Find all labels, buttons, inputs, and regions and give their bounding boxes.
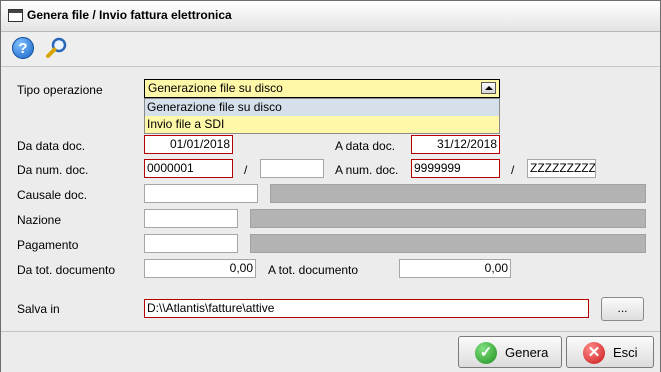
causale-field[interactable] — [144, 184, 258, 203]
nazione-field[interactable] — [144, 209, 238, 228]
da-tot-field[interactable]: 0,00 — [144, 259, 256, 278]
pagamento-field[interactable] — [144, 234, 238, 253]
da-num-label: Da num. doc. — [17, 163, 89, 177]
da-data-field[interactable]: 01/01/2018 — [144, 135, 233, 154]
salva-in-label: Salva in — [17, 302, 60, 316]
toolbar: ? — [1, 32, 660, 67]
title-bar: Genera file / Invio fattura elettronica — [1, 1, 660, 32]
tipo-operazione-label: Tipo operazione — [17, 83, 103, 97]
close-icon: ✕ — [583, 342, 605, 364]
option-generazione-file[interactable]: Generazione file su disco — [145, 99, 499, 116]
button-bar: ✓ Genera ✕ Esci — [1, 331, 660, 372]
esci-button-label: Esci — [613, 345, 638, 360]
a-data-label: A data doc. — [335, 139, 396, 153]
window-title: Genera file / Invio fattura elettronica — [27, 8, 232, 22]
checkmark-icon: ✓ — [475, 342, 497, 364]
window-icon — [8, 9, 23, 22]
dropdown-arrow-icon[interactable] — [481, 82, 496, 94]
a-num-field[interactable]: 9999999 — [411, 159, 500, 178]
da-num-separator: / — [244, 163, 248, 177]
esci-button[interactable]: ✕ Esci — [566, 336, 654, 368]
a-num-suffix-field[interactable]: ZZZZZZZZZZ — [527, 159, 596, 178]
a-num-separator: / — [511, 163, 515, 177]
option-invio-sdi[interactable]: Invio file a SDI — [145, 116, 499, 133]
genera-button[interactable]: ✓ Genera — [458, 336, 562, 368]
magnifier-icon[interactable] — [45, 36, 69, 60]
da-data-label: Da data doc. — [17, 139, 86, 153]
tipo-operazione-dropdown: Generazione file su disco Invio file a S… — [144, 98, 500, 134]
a-num-label: A num. doc. — [335, 163, 399, 177]
browse-button[interactable]: ... — [601, 297, 644, 321]
tipo-operazione-combo[interactable]: Generazione file su disco — [144, 79, 500, 98]
help-icon[interactable]: ? — [12, 37, 34, 59]
nazione-label: Nazione — [17, 213, 62, 227]
da-num-suffix-field[interactable] — [260, 159, 324, 178]
a-tot-label: A tot. documento — [268, 263, 359, 277]
a-data-field[interactable]: 31/12/2018 — [411, 135, 500, 154]
causale-description — [270, 184, 646, 203]
tipo-operazione-value: Generazione file su disco — [148, 81, 283, 95]
da-tot-label: Da tot. documento — [17, 263, 116, 277]
pagamento-description — [250, 234, 646, 253]
dialog-window: Genera file / Invio fattura elettronica … — [0, 0, 661, 372]
a-tot-field[interactable]: 0,00 — [399, 259, 511, 278]
da-num-field[interactable]: 0000001 — [144, 159, 233, 178]
pagamento-label: Pagamento — [17, 238, 79, 252]
causale-label: Causale doc. — [17, 188, 88, 202]
nazione-description — [250, 209, 646, 228]
salva-in-field[interactable]: D:\\Atlantis\fatture\attive — [144, 299, 589, 318]
genera-button-label: Genera — [505, 345, 549, 360]
